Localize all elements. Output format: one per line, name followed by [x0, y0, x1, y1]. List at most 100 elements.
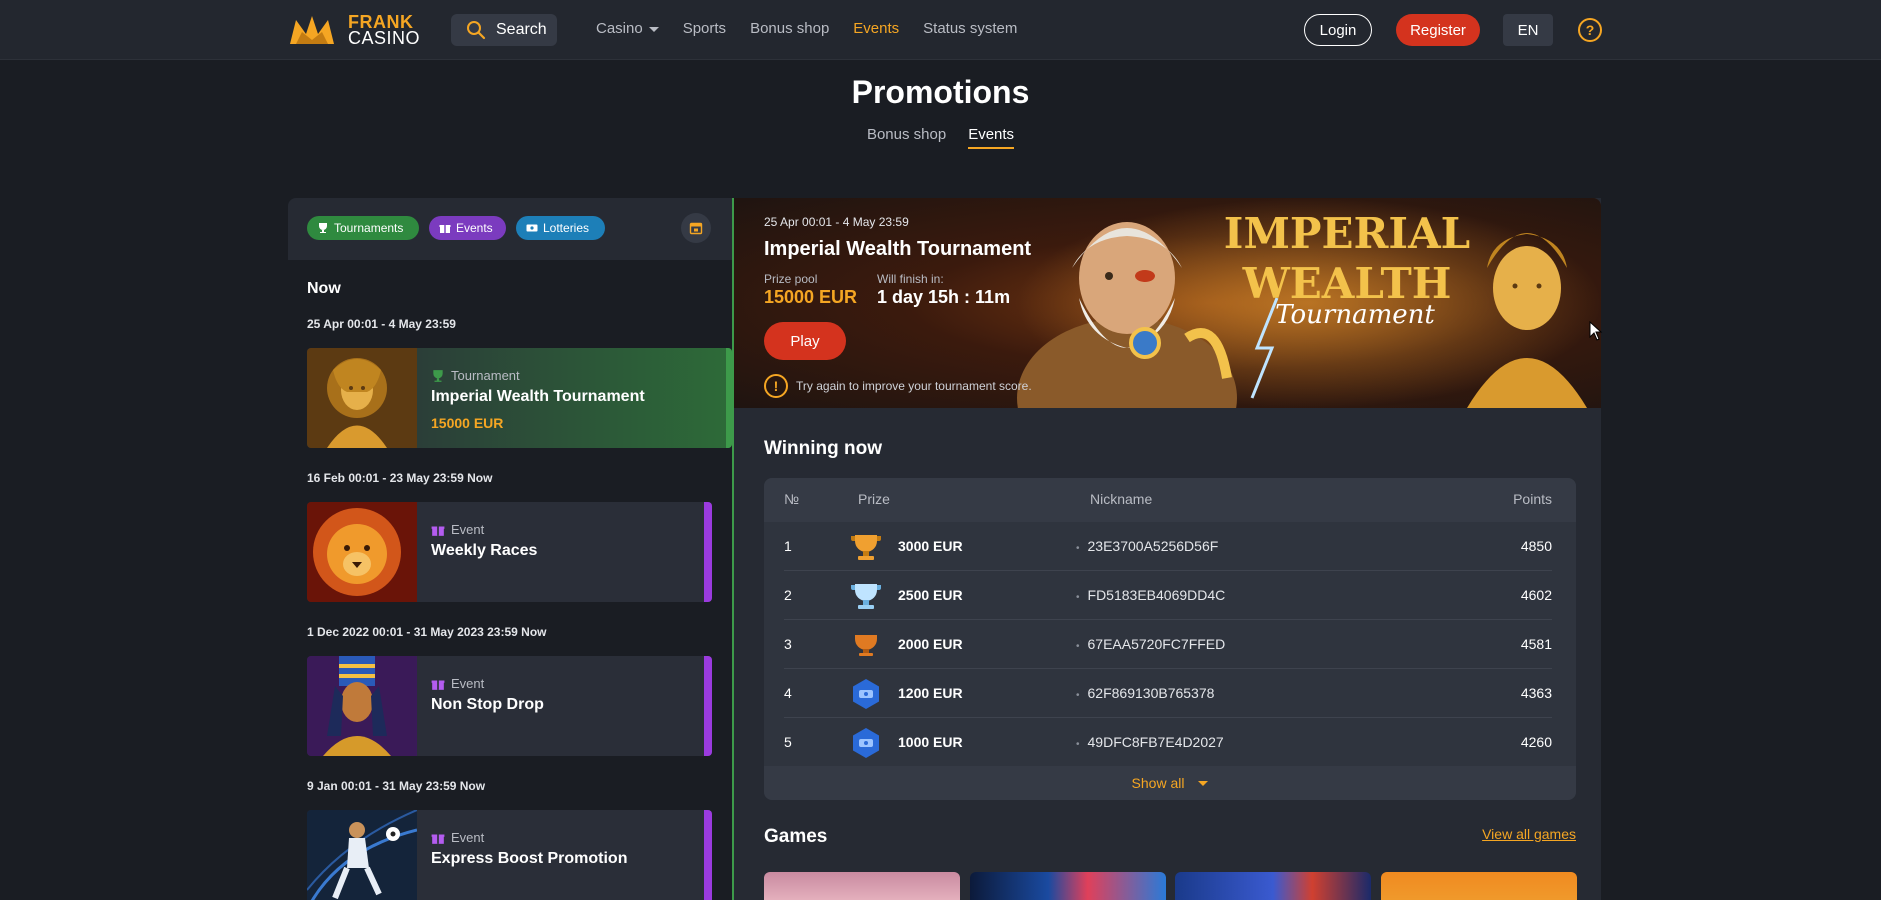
row-prize: 1200 EUR [898, 685, 963, 701]
filter-events-label: Events [456, 221, 493, 235]
warning-icon: ! [764, 374, 788, 398]
table-row: 1 3000 EUR 23E3700A5256D56F 4850 [764, 522, 1576, 571]
col-nickname: Nickname [1090, 491, 1153, 507]
top-header: FRANK CASINO Search Casino Sports Bonus … [0, 0, 1881, 60]
promo-name: Express Boost Promotion [431, 850, 628, 867]
bronze-trophy-icon [855, 635, 877, 656]
help-icon[interactable]: ? [1578, 18, 1602, 42]
gold-trophy-icon [851, 535, 881, 560]
login-button[interactable]: Login [1304, 14, 1372, 46]
row-prize: 3000 EUR [898, 538, 963, 554]
mouse-cursor-icon [1589, 321, 1603, 341]
promo-type-label: Event [451, 522, 485, 537]
crown-icon [290, 16, 334, 44]
main-nav: Casino Sports Bonus shop Events Status s… [596, 20, 1041, 37]
show-all-button[interactable]: Show all [764, 766, 1576, 800]
row-nickname: 49DFC8FB7E4D2027 [1076, 734, 1224, 750]
row-nickname: 23E3700A5256D56F [1076, 538, 1219, 554]
game-thumbnail[interactable] [970, 872, 1166, 900]
calendar-button[interactable] [681, 213, 711, 243]
games-heading: Games [764, 826, 828, 847]
nav-sports[interactable]: Sports [683, 20, 726, 37]
row-points: 4850 [1520, 538, 1552, 554]
filter-lotteries-label: Lotteries [543, 221, 590, 235]
golden-goddess-thumbnail [307, 348, 417, 448]
nav-events[interactable]: Events [853, 20, 899, 37]
promo-card-imperial-wealth[interactable]: Tournament Imperial Wealth Tournament 15… [307, 348, 732, 448]
table-row: 3 2000 EUR 67EAA5720FC7FFED 4581 [764, 620, 1576, 669]
table-row: 4 1200 EUR 62F869130B765378 4363 [764, 669, 1576, 718]
view-all-games-link[interactable]: View all games [1482, 826, 1576, 842]
filter-tournaments-chip[interactable]: Tournaments [307, 216, 419, 240]
row-prize: 2500 EUR [898, 587, 963, 603]
leaderboard-table: № Prize Nickname Points 1 3000 EUR 23E37… [764, 478, 1576, 800]
promo-card-express-boost[interactable]: Event Express Boost Promotion [307, 810, 712, 900]
logo-line2: CASINO [348, 28, 421, 48]
ticket-icon [526, 224, 538, 232]
imperial-wealth-artwork: IMPERIAL WEALTH Tournament [1017, 198, 1601, 408]
prize-pool-label: Prize pool [764, 272, 818, 286]
row-points: 4581 [1520, 636, 1552, 652]
filter-events-chip[interactable]: Events [429, 216, 506, 240]
promo-type: Event [431, 676, 484, 691]
finish-label: Will finish in: [877, 272, 944, 286]
filter-bar: Tournaments Events Lotteries [288, 198, 733, 260]
game-thumbnail[interactable] [1175, 872, 1371, 900]
pharaoh-queen-thumbnail [307, 656, 417, 756]
play-button[interactable]: Play [764, 322, 846, 360]
nav-casino-label: Casino [596, 20, 643, 37]
promo-card-weekly-races[interactable]: Event Weekly Races [307, 502, 712, 602]
gift-icon [431, 680, 445, 690]
nav-bonus-shop[interactable]: Bonus shop [750, 20, 829, 37]
finish-countdown: 1 day 15h : 11m [877, 287, 1011, 307]
chevron-down-icon [1198, 780, 1209, 786]
filter-lotteries-chip[interactable]: Lotteries [516, 216, 605, 240]
promo-prize: 15000 EUR [431, 415, 504, 431]
promo-dates: 1 Dec 2022 00:01 - 31 May 2023 23:59 Now [307, 625, 547, 639]
frank-casino-logo[interactable]: FRANK CASINO [288, 13, 420, 47]
promo-dates: 25 Apr 00:01 - 4 May 23:59 [307, 317, 456, 331]
row-nickname: FD5183EB4069DD4C [1076, 587, 1226, 603]
row-number: 5 [784, 734, 792, 750]
football-player-thumbnail [307, 810, 417, 900]
game-thumbnail[interactable] [764, 872, 960, 900]
nav-casino[interactable]: Casino [596, 20, 659, 37]
search-icon [467, 21, 486, 40]
row-points: 4260 [1520, 734, 1552, 750]
gift-icon [431, 526, 445, 536]
game-thumbnail[interactable] [1381, 872, 1577, 900]
search-button[interactable]: Search [451, 14, 557, 46]
prize-pool-value: 15000 EUR [764, 287, 858, 307]
promo-dates: 16 Feb 00:01 - 23 May 23:59 Now [307, 471, 493, 485]
lion-thumbnail [307, 502, 417, 602]
register-button[interactable]: Register [1396, 14, 1480, 46]
promo-type-label: Event [451, 676, 485, 691]
promo-type: Event [431, 522, 484, 537]
promo-card-non-stop-drop[interactable]: Event Non Stop Drop [307, 656, 712, 756]
silver-trophy-icon [851, 584, 881, 609]
nav-status-system[interactable]: Status system [923, 20, 1017, 37]
art-subtitle: Tournament [1275, 300, 1435, 330]
hint-text: Try again to improve your tournament sco… [796, 379, 1032, 393]
tab-bonus-shop[interactable]: Bonus shop [867, 126, 946, 149]
table-header: № Prize Nickname Points [764, 478, 1576, 522]
col-number: № [784, 491, 800, 507]
promo-type: Tournament [431, 368, 520, 383]
calendar-icon [689, 222, 703, 235]
medal-icon [853, 728, 879, 758]
gift-icon [431, 834, 445, 844]
tournament-banner: IMPERIAL WEALTH Tournament 25 Apr 00:01 … [734, 198, 1601, 408]
tab-events[interactable]: Events [968, 126, 1015, 149]
medal-icon [853, 679, 879, 709]
row-number: 4 [784, 685, 792, 701]
banner-dates: 25 Apr 00:01 - 4 May 23:59 [764, 215, 909, 229]
gift-icon [439, 225, 451, 233]
promo-dates: 9 Jan 00:01 - 31 May 23:59 Now [307, 779, 486, 793]
show-all-label: Show all [1131, 775, 1185, 791]
language-selector[interactable]: EN [1503, 14, 1553, 46]
row-number: 1 [784, 538, 792, 554]
art-title-line1: IMPERIAL [1224, 209, 1470, 258]
table-row: 5 1000 EUR 49DFC8FB7E4D2027 4260 [764, 718, 1576, 767]
trophy-icon [319, 223, 327, 233]
row-prize: 1000 EUR [898, 734, 963, 750]
